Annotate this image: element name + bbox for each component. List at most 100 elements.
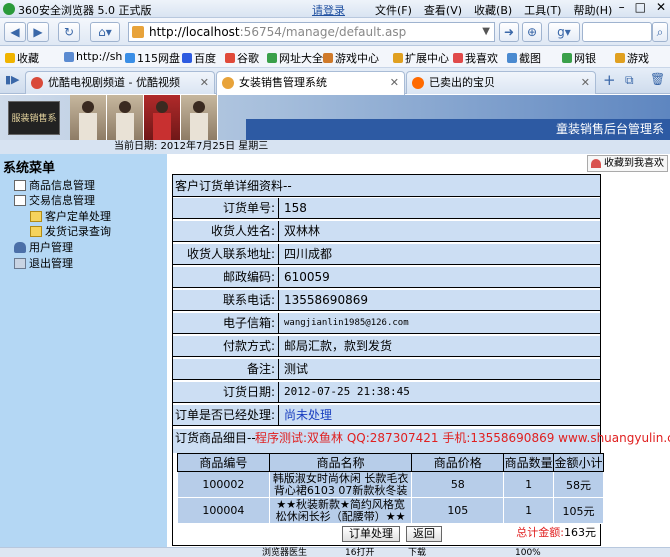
menu-shipping-records[interactable]: 发货记录查询 (30, 223, 111, 239)
back-button[interactable]: 返回 (406, 526, 442, 542)
browser-window: 360安全浏览器 5.0 正式版 请登录 文件(F) 查看(V) 收藏(B) 工… (0, 0, 670, 557)
address-bar[interactable]: http://localhost:56754/manage/default.as… (128, 22, 495, 42)
document-icon (14, 179, 26, 191)
title-bar: 360安全浏览器 5.0 正式版 请登录 文件(F) 查看(V) 收藏(B) 工… (0, 0, 670, 18)
go-arrow-icon[interactable]: ➜ (499, 22, 519, 42)
taobao-icon (412, 77, 424, 89)
folder-icon (30, 225, 42, 237)
system-menu: 系统菜单 商品信息管理 交易信息管理 客户定单处理 发货记录查询 用户管理 退出… (0, 154, 167, 547)
site-banner: 服装销售系统 童装销售后台管理系 (0, 95, 670, 140)
home-icon[interactable]: ⌂▾ (90, 22, 120, 42)
tab-clothing-system[interactable]: 女装销售管理系统 ✕ (216, 71, 405, 95)
bookmark-115[interactable]: 115网盘 (125, 50, 180, 66)
banner-photo (107, 95, 144, 140)
search-input[interactable] (582, 22, 652, 42)
order-items-table: 商品编号 商品名称 商品价格 商品数量 金额小计 100002 韩版淑女时尚休闲… (177, 453, 604, 525)
menu-transaction-management[interactable]: 交易信息管理 (14, 192, 95, 208)
tab-youku[interactable]: 优酷电视剧频道 - 优酷视频 ✕ (25, 71, 215, 94)
field-order-number: 订货单号: 158 (173, 198, 600, 219)
field-email: 电子信箱: wangjianlin1985@126.com (173, 313, 600, 334)
menu-help[interactable]: 帮助(H) (573, 2, 612, 18)
order-total: 总计金额:163元 (516, 526, 596, 539)
bookmark-extensions[interactable]: 扩展中心 (393, 50, 449, 66)
search-icon[interactable]: ⌕ (652, 22, 668, 42)
field-receiver-name: 收货人姓名: 双林林 (173, 221, 600, 242)
status-zoom[interactable]: 100% (515, 548, 541, 557)
youku-icon (31, 77, 43, 89)
site-logo: 服装销售系统 (8, 101, 60, 135)
main-content: 收藏到我喜欢 客户订货单详细资料-- 订货单号: 158 收货人姓名: 双林林 收货… (167, 154, 670, 547)
table-row: 100002 韩版淑女时尚休闲 长款毛衣 背心裙6103 07新款秋冬装 58 1… (177, 471, 604, 498)
tab-close-icon[interactable]: ✕ (581, 72, 590, 93)
forward-arrow-icon[interactable]: ▶ (27, 22, 49, 42)
menu-view[interactable]: 查看(V) (424, 2, 462, 18)
field-phone: 联系电话: 13558690869 (173, 290, 600, 311)
process-order-button[interactable]: 订单处理 (342, 526, 400, 542)
bookmark-bar: 收藏 http://sh 115网盘 百度 谷歌 网址大全 游戏中心 扩展中心 … (0, 46, 670, 68)
banner-photo (70, 95, 107, 140)
status-doctor[interactable]: 浏览器医生 (262, 548, 307, 557)
banner-photo (144, 95, 181, 140)
status-bar: 浏览器医生 16打开 下载 100% (0, 547, 670, 557)
heart-icon (591, 159, 601, 168)
address-dropdown-icon[interactable]: ▼ (482, 23, 490, 41)
field-order-date: 订货日期: 2012-07-25 21:38:45 (173, 382, 600, 403)
exit-icon (14, 257, 26, 269)
search-engine-icon[interactable]: g▾ (548, 22, 580, 42)
new-tab-icon[interactable]: + (603, 71, 616, 89)
bookmark-google[interactable]: 谷歌 (225, 50, 259, 66)
menu-order-processing[interactable]: 客户定单处理 (30, 208, 111, 224)
add-to-favorites-button[interactable]: 收藏到我喜欢 (587, 155, 668, 172)
menu-product-management[interactable]: 商品信息管理 (14, 177, 95, 193)
tab-sold-items[interactable]: 已卖出的宝贝 ✕ (406, 71, 596, 94)
sidebar-toggle-icon[interactable]: ▮▶ (5, 73, 20, 86)
menu-logout[interactable]: 退出管理 (14, 255, 73, 271)
current-date: 当前日期: 2012年7月25日 星期三 (0, 140, 670, 154)
bookmark-screenshot[interactable]: 截图 (507, 50, 541, 66)
bookmark-like[interactable]: 我喜欢 (453, 50, 498, 66)
refresh-icon[interactable]: ↻ (58, 22, 80, 42)
bookmark-baidu[interactable]: 百度 (182, 50, 216, 66)
tab-close-icon[interactable]: ✕ (390, 72, 399, 93)
browser-logo-icon (3, 3, 15, 15)
document-icon (14, 194, 26, 206)
tab-bar: ▮▶ 优酷电视剧频道 - 优酷视频 ✕ 女装销售管理系统 ✕ 已卖出的宝贝 ✕ … (0, 68, 670, 95)
bookmark-hao[interactable]: 网址大全 (267, 50, 323, 66)
items-heading: 订货商品细目-- 程序测试:双鱼林 QQ:287307421 手机:135586… (173, 429, 670, 453)
banner-photo (181, 95, 218, 140)
menu-tools[interactable]: 工具(T) (524, 2, 561, 18)
bookmark-game2[interactable]: 游戏 (615, 50, 649, 66)
bookmark-sh[interactable]: http://sh (64, 50, 122, 63)
banner-title: 童装销售后台管理系 (555, 122, 664, 136)
status-download[interactable]: 下载 (408, 548, 426, 557)
field-processed-status: 订单是否已经处理: 尚未处理 (173, 405, 600, 426)
menu-user-management[interactable]: 用户管理 (14, 239, 73, 255)
minimize-icon[interactable]: – (619, 0, 625, 14)
shield-icon[interactable]: ⊕ (522, 22, 542, 42)
status-open-count[interactable]: 16打开 (345, 548, 374, 557)
site-icon (222, 77, 234, 89)
field-address: 收货人联系地址: 四川成都 (173, 244, 600, 265)
folder-icon (30, 210, 42, 222)
bookmark-favorites[interactable]: 收藏 (5, 50, 39, 66)
close-window-icon[interactable]: ✕ (656, 0, 666, 14)
maximize-icon[interactable]: □ (635, 0, 646, 14)
table-header-row: 商品编号 商品名称 商品价格 商品数量 金额小计 (177, 453, 604, 472)
order-detail-panel: 客户订货单详细资料-- 订货单号: 158 收货人姓名: 双林林 收货人联系地址: 四… (172, 174, 670, 546)
back-arrow-icon[interactable]: ◀ (4, 22, 26, 42)
tab-close-icon[interactable]: ✕ (200, 72, 209, 93)
login-link[interactable]: 请登录 (312, 2, 345, 18)
menu-file[interactable]: 文件(F) (375, 2, 412, 18)
author-promo: 程序测试:双鱼林 QQ:287307421 手机:13558690869 www… (255, 431, 670, 445)
menu-favorites[interactable]: 收藏(B) (474, 2, 512, 18)
bookmark-games[interactable]: 游戏中心 (323, 50, 379, 66)
table-row: 100004 ★★秋装新款★简约风格宽 松休闲长衫（配腰带）★★ 105 1 10… (177, 497, 604, 524)
tab-list-icon[interactable]: ⧉ (625, 73, 634, 88)
trash-icon[interactable]: 🗑 (650, 72, 665, 86)
menu-heading: 系统菜单 (3, 161, 56, 176)
field-payment-method: 付款方式: 邮局汇款，款到发货 (173, 336, 600, 357)
field-postcode: 邮政编码: 610059 (173, 267, 600, 288)
bookmark-bank[interactable]: 网银 (562, 50, 596, 66)
site-favicon-icon (132, 26, 144, 38)
field-remark: 备注: 测试 (173, 359, 600, 380)
